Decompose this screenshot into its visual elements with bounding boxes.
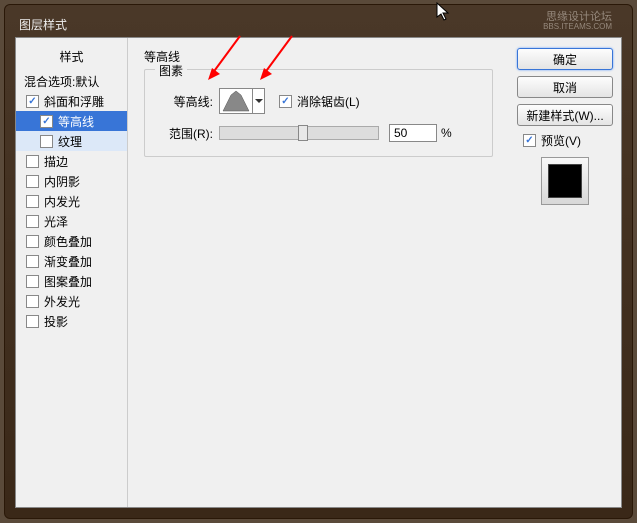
styles-sidebar: 样式 混合选项:默认 斜面和浮雕 等高线 纹理 描边 内阴	[16, 38, 128, 507]
range-input[interactable]	[389, 124, 437, 142]
percent-label: %	[441, 126, 452, 140]
dialog-body: 样式 混合选项:默认 斜面和浮雕 等高线 纹理 描边 内阴	[15, 37, 622, 508]
cancel-button[interactable]: 取消	[517, 76, 613, 98]
checkbox-icon[interactable]	[26, 175, 39, 188]
sidebar-item-satin[interactable]: 光泽	[16, 211, 127, 231]
sidebar-item-stroke[interactable]: 描边	[16, 151, 127, 171]
checkbox-icon[interactable]	[26, 235, 39, 248]
sidebar-item-outer-glow[interactable]: 外发光	[16, 291, 127, 311]
sidebar-item-label: 颜色叠加	[44, 233, 92, 250]
sidebar-header: 样式	[16, 44, 127, 71]
sidebar-blend-options[interactable]: 混合选项:默认	[16, 71, 127, 91]
sidebar-item-label: 等高线	[58, 113, 94, 130]
preview-toggle[interactable]: 预览(V)	[523, 132, 613, 149]
sidebar-item-inner-shadow[interactable]: 内阴影	[16, 171, 127, 191]
sidebar-item-gradient-overlay[interactable]: 渐变叠加	[16, 251, 127, 271]
checkbox-icon[interactable]	[279, 95, 292, 108]
sidebar-item-label: 渐变叠加	[44, 253, 92, 270]
sidebar-item-label: 纹理	[58, 133, 82, 150]
checkbox-icon[interactable]	[26, 315, 39, 328]
section-title: 等高线	[144, 48, 493, 65]
elements-group: 图素 等高线: 消除锯齿(L)	[144, 69, 493, 157]
ok-button[interactable]: 确定	[517, 48, 613, 70]
checkbox-icon[interactable]	[523, 134, 536, 147]
preview-swatch-inner	[548, 164, 582, 198]
contour-label: 等高线:	[157, 93, 213, 110]
checkbox-icon[interactable]	[26, 215, 39, 228]
main-panel: 等高线 图素 等高线: 消除锯齿(L)	[128, 38, 509, 507]
sidebar-item-drop-shadow[interactable]: 投影	[16, 311, 127, 331]
sidebar-item-pattern-overlay[interactable]: 图案叠加	[16, 271, 127, 291]
anti-alias-option[interactable]: 消除锯齿(L)	[279, 93, 360, 110]
sidebar-item-label: 描边	[44, 153, 68, 170]
range-slider[interactable]	[219, 126, 379, 140]
checkbox-icon[interactable]	[26, 275, 39, 288]
cursor-icon	[436, 2, 452, 27]
checkbox-icon[interactable]	[40, 115, 53, 128]
right-panel: 确定 取消 新建样式(W)... 预览(V)	[509, 38, 621, 507]
sidebar-item-texture[interactable]: 纹理	[16, 131, 127, 151]
chevron-down-icon[interactable]	[252, 89, 264, 113]
preview-swatch	[541, 157, 589, 205]
checkbox-icon[interactable]	[26, 95, 39, 108]
sidebar-item-label: 外发光	[44, 293, 80, 310]
group-legend: 图素	[155, 62, 187, 79]
sidebar-item-contour[interactable]: 等高线	[16, 111, 127, 131]
sidebar-item-label: 投影	[44, 313, 68, 330]
sidebar-item-bevel[interactable]: 斜面和浮雕	[16, 91, 127, 111]
sidebar-item-color-overlay[interactable]: 颜色叠加	[16, 231, 127, 251]
new-style-button[interactable]: 新建样式(W)...	[517, 104, 613, 126]
preview-label: 预览(V)	[541, 132, 581, 149]
contour-picker[interactable]	[219, 88, 265, 114]
checkbox-icon[interactable]	[26, 195, 39, 208]
sidebar-item-label: 光泽	[44, 213, 68, 230]
checkbox-icon[interactable]	[40, 135, 53, 148]
watermark: 思缘设计论坛 BBS.ITEAMS.COM	[543, 11, 612, 32]
sidebar-item-label: 内阴影	[44, 173, 80, 190]
checkbox-icon[interactable]	[26, 155, 39, 168]
sidebar-item-label: 图案叠加	[44, 273, 92, 290]
range-label: 范围(R):	[157, 125, 213, 142]
sidebar-item-inner-glow[interactable]: 内发光	[16, 191, 127, 211]
dialog-title: 图层样式	[19, 16, 67, 33]
sidebar-item-label: 内发光	[44, 193, 80, 210]
checkbox-icon[interactable]	[26, 255, 39, 268]
checkbox-icon[interactable]	[26, 295, 39, 308]
anti-alias-label: 消除锯齿(L)	[297, 93, 360, 110]
sidebar-item-label: 斜面和浮雕	[44, 93, 104, 110]
contour-thumb-icon	[221, 89, 251, 113]
slider-thumb[interactable]	[298, 125, 308, 141]
